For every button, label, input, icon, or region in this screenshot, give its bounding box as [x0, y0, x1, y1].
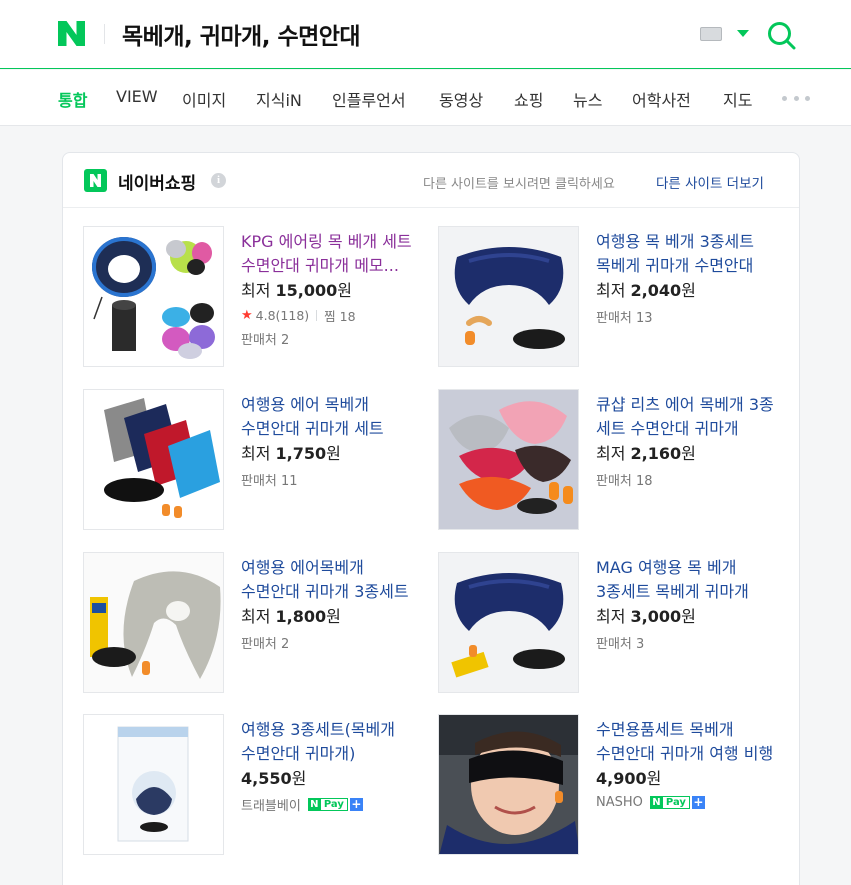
search-header: 목베개, 귀마개, 수면안대 [0, 0, 851, 69]
product-image[interactable] [83, 226, 224, 367]
product-rating: ★ 4.8(118) 찜 18 [241, 308, 356, 324]
product-title[interactable]: MAG 여행용 목 베개 3종세트 목베게 귀마개 수... [596, 556, 782, 604]
info-icon[interactable]: i [211, 173, 226, 188]
seller-name[interactable]: NASHO N Pay + [596, 795, 782, 810]
more-sites-link[interactable]: 다른 사이트 더보기 [656, 172, 764, 192]
product-price: 최저 2,040원 [596, 281, 696, 300]
shopping-section: 네이버쇼핑 i 다른 사이트를 보시려면 클릭하세요 다른 사이트 더보기 KP… [62, 152, 800, 885]
tab-shopping[interactable]: 쇼핑 [514, 87, 543, 111]
naver-pay-badge: N Pay + [307, 798, 363, 811]
product-title[interactable]: 여행용 에어목베개 수면안대 귀마개 3종세트 [241, 556, 427, 604]
tab-images[interactable]: 이미지 [182, 87, 226, 111]
search-query[interactable]: 목베개, 귀마개, 수면안대 [122, 17, 361, 51]
seller-count[interactable]: 판매처 13 [596, 307, 782, 326]
tab-video[interactable]: 동영상 [439, 87, 483, 111]
product-title[interactable]: 큐샵 리츠 에어 목베개 3종 세트 수면안대 귀마개 [596, 393, 782, 441]
seller-count[interactable]: 판매처 2 [241, 633, 427, 652]
wish-count: 찜 18 [324, 309, 356, 324]
product-price: 최저 15,000원 [241, 281, 353, 300]
product-price: 최저 1,800원 [241, 607, 341, 626]
chevron-down-icon[interactable] [737, 30, 749, 37]
product-image[interactable] [438, 552, 579, 693]
naver-logo[interactable] [58, 21, 85, 46]
more-tabs-icon[interactable] [782, 96, 810, 102]
product-image[interactable] [438, 226, 579, 367]
product-price: 최저 3,000원 [596, 607, 696, 626]
product-price: 4,900원 [596, 769, 662, 788]
shopping-header: 네이버쇼핑 i 다른 사이트를 보시려면 클릭하세요 다른 사이트 더보기 [63, 153, 799, 208]
product-item[interactable]: 여행용 에어목베개 수면안대 귀마개 3종세트 최저 1,800원 판매처 2 [83, 552, 428, 694]
product-item[interactable]: MAG 여행용 목 베개 3종세트 목베게 귀마개 수... 최저 3,000원… [438, 552, 783, 694]
product-item[interactable]: KPG 에어링 목 베개 세트 수면안대 귀마개 메모... 최저 15,000… [83, 226, 428, 368]
naver-pay-badge: N Pay + [649, 796, 705, 809]
more-sites-hint: 다른 사이트를 보시려면 클릭하세요 [423, 177, 615, 192]
seller-count[interactable]: 판매처 11 [241, 470, 427, 489]
tab-kin[interactable]: 지식iN [256, 87, 302, 111]
seller-name[interactable]: 트래블베이 N Pay + [241, 795, 427, 814]
product-title[interactable]: 수면용품세트 목베개 수면안대 귀마개 여행 비행 [596, 718, 782, 766]
product-price: 최저 2,160원 [596, 444, 696, 463]
search-tabs: 통합 VIEW 이미지 지식iN 인플루언서 동영상 쇼핑 뉴스 어학사전 지도 [0, 70, 851, 126]
product-image[interactable] [438, 389, 579, 530]
keyboard-icon[interactable] [700, 27, 722, 41]
section-title[interactable]: 네이버쇼핑 [118, 169, 196, 194]
product-item[interactable]: 여행용 목 베개 3종세트 목베게 귀마개 수면안대 최저 2,040원 판매처… [438, 226, 783, 368]
product-price: 최저 1,750원 [241, 444, 341, 463]
product-image[interactable] [83, 552, 224, 693]
tab-news[interactable]: 뉴스 [573, 87, 602, 111]
tab-view[interactable]: VIEW [116, 87, 158, 106]
naver-shopping-logo-icon [84, 169, 107, 192]
seller-count[interactable]: 판매처 3 [596, 633, 782, 652]
tab-influencer[interactable]: 인플루언서 [332, 87, 406, 111]
header-divider [104, 24, 105, 44]
product-title[interactable]: KPG 에어링 목 베개 세트 수면안대 귀마개 메모... [241, 230, 427, 278]
product-image[interactable] [83, 389, 224, 530]
product-item[interactable]: 여행용 에어 목베개 수면안대 귀마개 세트 최저 1,750원 판매처 11 [83, 389, 428, 531]
product-title[interactable]: 여행용 목 베개 3종세트 목베게 귀마개 수면안대 [596, 230, 782, 278]
star-icon: ★ [241, 308, 253, 323]
product-image[interactable] [438, 714, 579, 855]
product-title[interactable]: 여행용 에어 목베개 수면안대 귀마개 세트 [241, 393, 427, 441]
search-icon[interactable] [766, 20, 796, 50]
tab-integrated[interactable]: 통합 [58, 87, 87, 111]
product-title[interactable]: 여행용 3종세트(목베개 수면안대 귀마개) [241, 718, 427, 766]
product-price: 4,550원 [241, 769, 307, 788]
seller-count[interactable]: 판매처 2 [241, 329, 427, 348]
product-image[interactable] [83, 714, 224, 855]
tab-dictionary[interactable]: 어학사전 [632, 87, 691, 111]
seller-count[interactable]: 판매처 18 [596, 470, 782, 489]
product-item[interactable]: 큐샵 리츠 에어 목베개 3종 세트 수면안대 귀마개 최저 2,160원 판매… [438, 389, 783, 531]
tab-map[interactable]: 지도 [723, 87, 752, 111]
product-item[interactable]: 수면용품세트 목베개 수면안대 귀마개 여행 비행 4,900원 NASHO N… [438, 714, 783, 856]
product-item[interactable]: 여행용 3종세트(목베개 수면안대 귀마개) 4,550원 트래블베이 N Pay… [83, 714, 428, 856]
